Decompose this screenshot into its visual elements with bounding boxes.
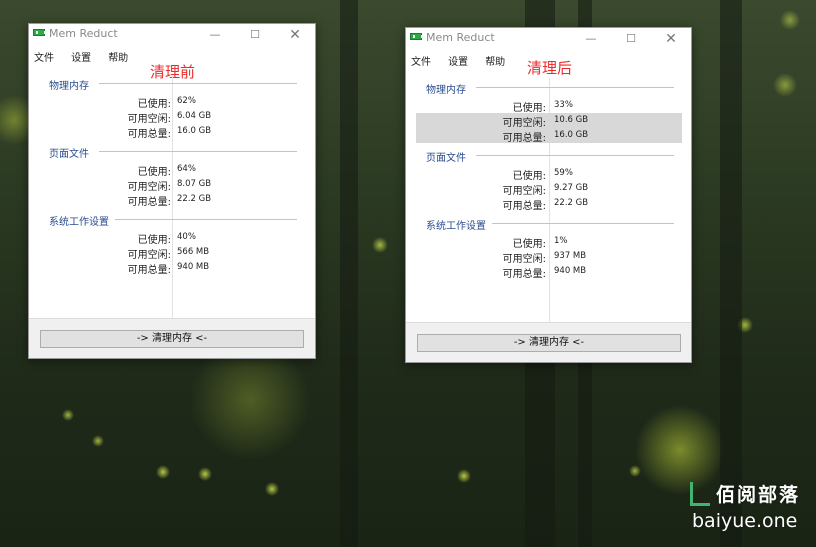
group-separator (99, 151, 297, 152)
stat-value: 6.04 GB (177, 111, 212, 121)
stat-value: 40% (177, 232, 196, 242)
stat-value: 22.2 GB (177, 194, 212, 204)
stat-label: 可用空闲: (502, 254, 546, 265)
group-heading-system-working-set: 系统工作设置 (426, 221, 486, 232)
menu-bar: 文件 设置 帮助 (406, 50, 512, 68)
stat-value: 62% (177, 96, 196, 106)
maximize-icon[interactable]: ☐ (611, 28, 651, 50)
clean-memory-button[interactable]: -> 清理内存 <- (40, 330, 304, 348)
logo-icon (690, 482, 710, 506)
stat-value: 940 MB (554, 266, 587, 276)
footer-panel: -> 清理内存 <- (29, 318, 315, 358)
stat-value: 33% (554, 100, 573, 110)
window-title: Mem Reduct (426, 31, 495, 44)
stat-label: 已使用: (137, 167, 171, 178)
stat-value: 937 MB (554, 251, 587, 261)
background-tree (720, 0, 742, 547)
stat-value: 566 MB (177, 247, 210, 257)
group-separator (99, 83, 297, 84)
menu-file[interactable]: 文件 (406, 54, 431, 72)
stat-value: 1% (554, 236, 568, 246)
title-bar[interactable]: Mem Reduct — ☐ ✕ (406, 28, 691, 50)
stat-value: 8.07 GB (177, 179, 212, 189)
menu-settings[interactable]: 设置 (66, 50, 91, 68)
stat-label: 可用总量: (502, 269, 546, 280)
stat-value: 10.6 GB (554, 115, 589, 125)
stat-row: 已使用: 64% (29, 162, 317, 178)
stat-label: 已使用: (512, 171, 546, 182)
stat-row: 可用空闲: 9.27 GB (416, 181, 682, 197)
stat-label: 可用总量: (502, 133, 546, 144)
stat-value: 9.27 GB (554, 183, 589, 193)
stat-row: 可用总量: 940 MB (416, 264, 682, 280)
watermark-brand-name: 佰阅部落 (716, 484, 801, 506)
stat-label: 可用总量: (502, 201, 546, 212)
after-annotation: 清理后 (527, 59, 573, 77)
group-heading-page-file: 页面文件 (49, 149, 89, 160)
memory-chip-icon (410, 33, 423, 40)
stat-row-highlighted: 可用总量: 16.0 GB (416, 128, 682, 144)
menu-settings[interactable]: 设置 (443, 54, 468, 72)
stat-label: 已使用: (137, 99, 171, 110)
stat-row: 可用总量: 22.2 GB (416, 196, 682, 212)
watermark-domain: baiyue.one (692, 510, 798, 532)
group-separator (476, 87, 674, 88)
minimize-icon[interactable]: — (195, 24, 235, 46)
stat-row: 可用空闲: 937 MB (416, 249, 682, 265)
stat-label: 可用空闲: (502, 186, 546, 197)
stat-label: 已使用: (137, 235, 171, 246)
mem-reduct-window-after[interactable]: Mem Reduct — ☐ ✕ 文件 设置 帮助 清理后 物理内存 已使用: … (405, 27, 692, 363)
background-tree (340, 0, 358, 547)
memory-chip-icon (33, 29, 46, 36)
group-heading-physical-memory: 物理内存 (426, 85, 466, 96)
stat-row: 已使用: 62% (29, 94, 317, 110)
menu-file[interactable]: 文件 (29, 50, 54, 68)
stat-label: 可用空闲: (127, 182, 171, 193)
stat-row: 已使用: 1% (416, 234, 682, 250)
close-icon[interactable]: ✕ (651, 28, 691, 50)
menu-help[interactable]: 帮助 (103, 50, 128, 68)
stat-row: 可用总量: 940 MB (29, 260, 317, 276)
stat-value: 64% (177, 164, 196, 174)
stat-row: 可用总量: 22.2 GB (29, 192, 317, 208)
group-heading-physical-memory: 物理内存 (49, 81, 89, 92)
group-separator (476, 155, 674, 156)
stat-label: 可用空闲: (127, 114, 171, 125)
stat-label: 可用空闲: (502, 118, 546, 129)
group-separator (492, 223, 674, 224)
stat-value: 22.2 GB (554, 198, 589, 208)
stat-value: 59% (554, 168, 573, 178)
stat-label: 可用总量: (127, 265, 171, 276)
stat-row: 可用空闲: 8.07 GB (29, 177, 317, 193)
stat-label: 可用总量: (127, 129, 171, 140)
clean-memory-button[interactable]: -> 清理内存 <- (417, 334, 681, 352)
close-icon[interactable]: ✕ (275, 24, 315, 46)
maximize-icon[interactable]: ☐ (235, 24, 275, 46)
window-title: Mem Reduct (49, 27, 118, 40)
stat-label: 已使用: (512, 239, 546, 250)
stat-label: 已使用: (512, 103, 546, 114)
stat-row: 可用总量: 16.0 GB (29, 124, 317, 140)
stat-row: 可用空闲: 566 MB (29, 245, 317, 261)
stat-value: 16.0 GB (177, 126, 212, 136)
group-separator (115, 219, 297, 220)
stat-row: 已使用: 33% (416, 98, 682, 114)
stat-row: 已使用: 59% (416, 166, 682, 182)
stat-row: 可用空闲: 6.04 GB (29, 109, 317, 125)
menu-bar: 文件 设置 帮助 (29, 46, 135, 64)
minimize-icon[interactable]: — (571, 28, 611, 50)
stat-value: 16.0 GB (554, 130, 589, 140)
group-heading-system-working-set: 系统工作设置 (49, 217, 109, 228)
mem-reduct-window-before[interactable]: Mem Reduct — ☐ ✕ 文件 设置 帮助 清理前 物理内存 已使用: … (28, 23, 316, 359)
stat-value: 940 MB (177, 262, 210, 272)
title-bar[interactable]: Mem Reduct — ☐ ✕ (29, 24, 315, 46)
menu-help[interactable]: 帮助 (480, 54, 505, 72)
group-heading-page-file: 页面文件 (426, 153, 466, 164)
footer-panel: -> 清理内存 <- (406, 322, 691, 362)
stat-label: 可用空闲: (127, 250, 171, 261)
stat-label: 可用总量: (127, 197, 171, 208)
stat-row-highlighted: 可用空闲: 10.6 GB (416, 113, 682, 129)
stat-row: 已使用: 40% (29, 230, 317, 246)
